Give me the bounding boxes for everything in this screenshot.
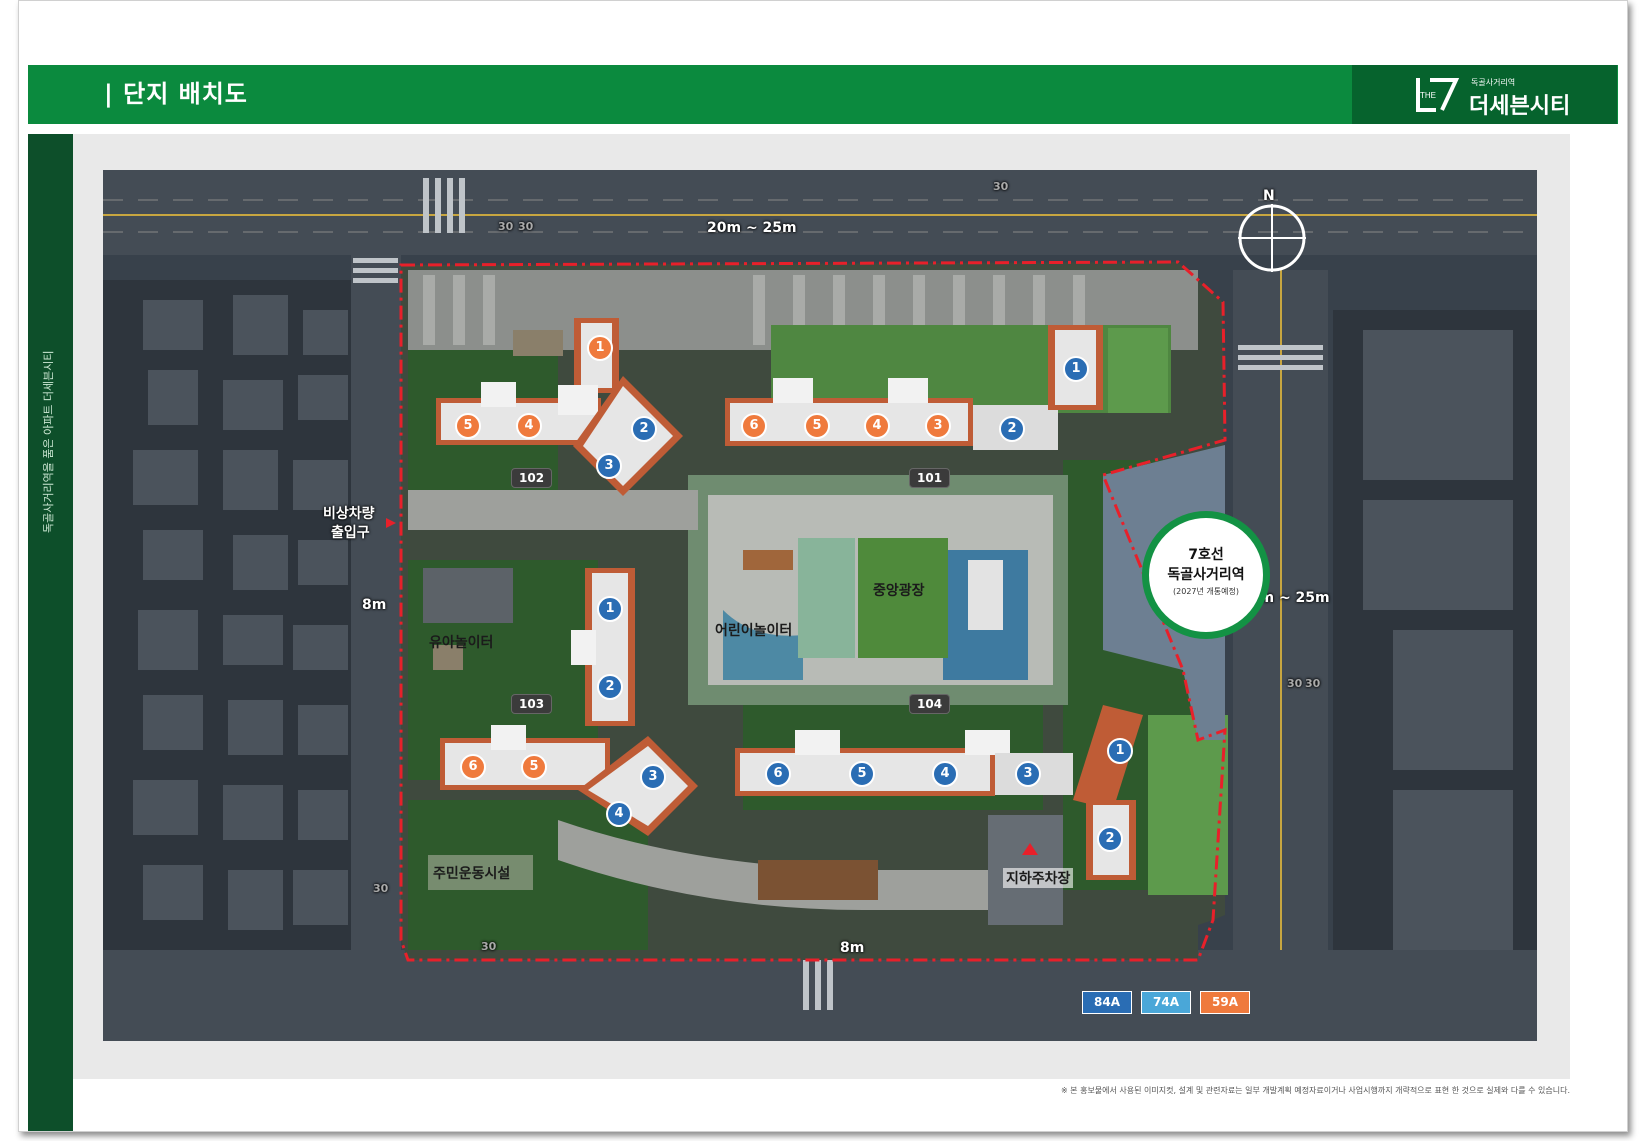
road-mark: 30 — [1287, 677, 1303, 690]
road-mark: 30 — [993, 180, 1009, 193]
road-width-north: 20m ~ 25m — [707, 220, 797, 236]
unit-marker: 2 — [597, 674, 623, 700]
unit-marker: 1 — [597, 596, 623, 622]
road-width-south: 8m — [840, 940, 865, 956]
logo-subtitle: 독골사거리역 — [1471, 78, 1516, 87]
building-tag-101: 101 — [909, 468, 951, 488]
unit-marker: 1 — [587, 335, 613, 361]
station-note: (2027년 개통예정) — [1173, 587, 1239, 596]
fitness-facility-label: 주민운동시설 — [433, 866, 511, 882]
emergency-entry-label-2: 출입구 — [331, 525, 370, 541]
station-line: 7호선 — [1188, 547, 1224, 563]
road-mark: 30 — [373, 882, 389, 895]
underground-parking-label: 지하주차장 — [1003, 868, 1074, 888]
unit-marker: 5 — [849, 761, 875, 787]
unit-marker: 1 — [1063, 356, 1089, 382]
road-width-west: 8m — [362, 597, 387, 613]
unit-marker: 5 — [455, 413, 481, 439]
unit-marker: 5 — [521, 754, 547, 780]
legend-item-59a: 59A — [1200, 991, 1250, 1014]
sidebar-strip — [28, 134, 73, 1131]
svg-text:THE: THE — [1420, 91, 1436, 100]
road-mark: 30 — [498, 220, 514, 233]
unit-marker: 2 — [999, 416, 1025, 442]
road-mark: 30 — [518, 220, 534, 233]
parking-lot — [423, 568, 513, 623]
unit-marker: 5 — [804, 413, 830, 439]
building-tag-104: 104 — [909, 694, 951, 714]
unit-marker: 2 — [631, 416, 657, 442]
station-name: 독골사거리역 — [1167, 567, 1245, 583]
unit-marker: 6 — [765, 761, 791, 787]
unit-marker: 1 — [1107, 738, 1133, 764]
infant-playground-label: 유아놀이터 — [429, 635, 494, 651]
legend-item-74a: 74A — [1141, 991, 1191, 1014]
logo-mark-icon: THE — [1416, 78, 1460, 112]
unit-marker: 6 — [460, 754, 486, 780]
disclaimer-text: ※ 본 홍보물에서 사용된 이미지컷, 설계 및 관련자료는 일부 개발계획 예… — [1060, 1086, 1570, 1095]
page-title: | 단지 배치도 — [104, 80, 248, 108]
central-plaza-label: 중앙광장 — [873, 583, 925, 599]
unit-marker: 4 — [932, 761, 958, 787]
unit-marker: 3 — [925, 413, 951, 439]
unit-marker: 4 — [864, 413, 890, 439]
compass-north-label: N — [1263, 188, 1275, 204]
road-mark: 30 — [481, 940, 497, 953]
west-road — [351, 255, 401, 1041]
wood-deck — [758, 860, 878, 900]
logo-name: 더세븐시티 — [1469, 94, 1571, 119]
unit-marker: 3 — [596, 453, 622, 479]
emergency-entry-label-1: 비상차량 — [323, 506, 375, 522]
unit-marker: 3 — [1015, 761, 1041, 787]
sidebar-text: 독골사거리역을 품은 아파트 더세븐시티 — [42, 350, 55, 533]
unit-marker: 4 — [606, 801, 632, 827]
north-road — [103, 170, 1537, 255]
kids-play-area — [798, 538, 855, 658]
unit-marker: 6 — [741, 413, 767, 439]
unit-marker: 3 — [640, 764, 666, 790]
building-tag-103: 103 — [511, 694, 553, 714]
road-mark: 30 — [1305, 677, 1321, 690]
legend-item-84a: 84A — [1082, 991, 1132, 1014]
building-tag-102: 102 — [511, 468, 553, 488]
unit-marker: 4 — [516, 413, 542, 439]
unit-marker: 2 — [1097, 826, 1123, 852]
site-plan-map: N 20m ~ 25m 20m ~ 25m 8m 8m 비상차량 출입구 유아놀… — [103, 170, 1537, 1041]
subway-station-badge: 7호선 독골사거리역 (2027년 개통예정) — [1142, 511, 1270, 639]
kids-playground-label: 어린이놀이터 — [715, 623, 793, 639]
